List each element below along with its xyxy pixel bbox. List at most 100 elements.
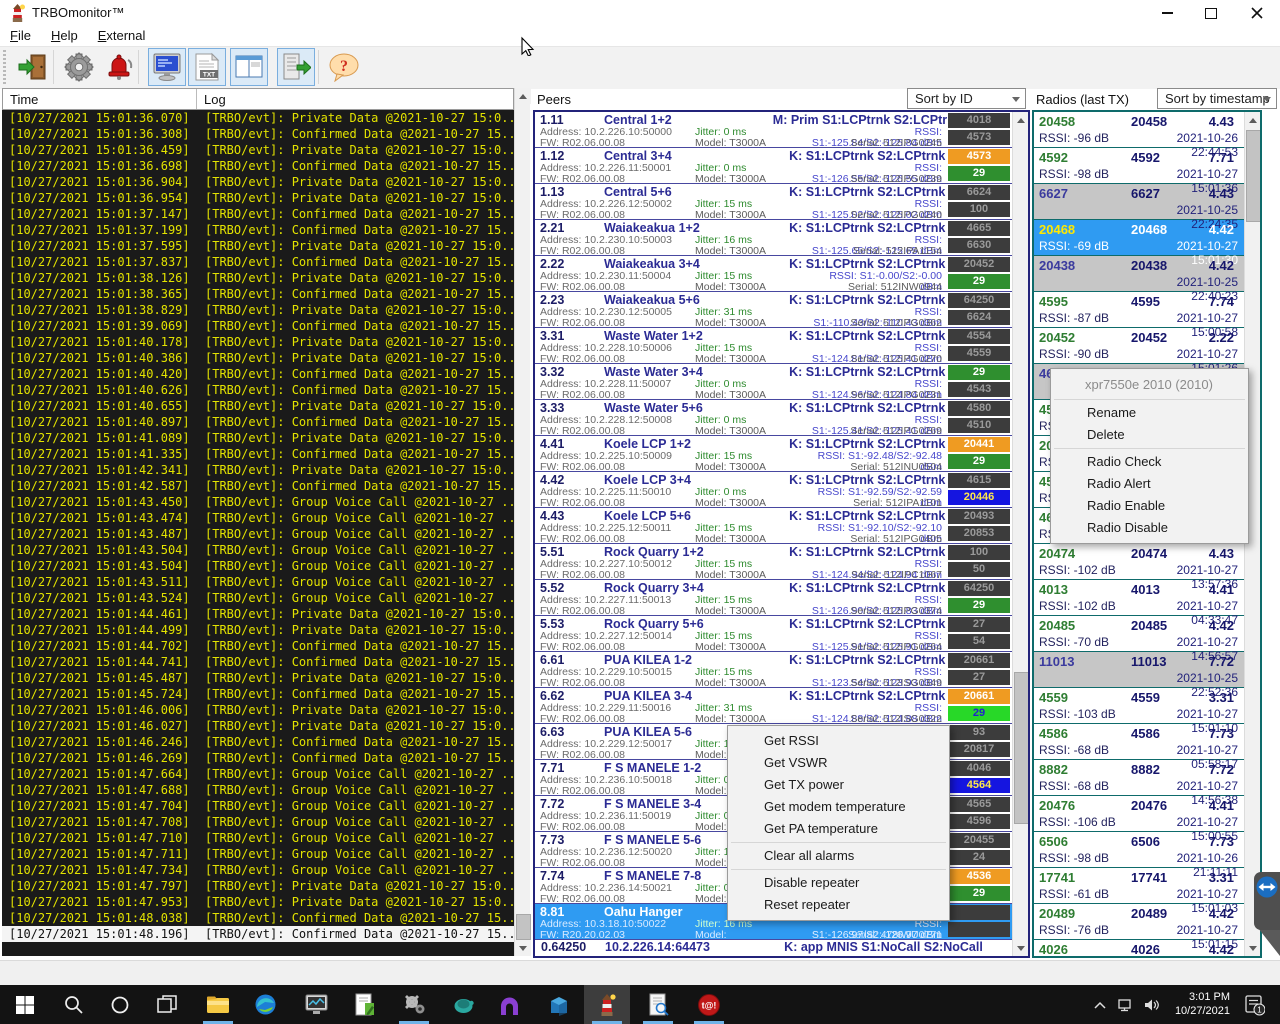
log-row[interactable]: [10/27/2021 15:01:38.365][TRBO/evt]: Con… xyxy=(2,286,514,302)
log-row[interactable]: [10/27/2021 15:01:44.741][TRBO/evt]: Con… xyxy=(2,654,514,670)
txt-log-button[interactable]: TXT xyxy=(188,48,226,86)
radios-scrollbar-thumb[interactable] xyxy=(1246,130,1261,222)
log-row[interactable]: [10/27/2021 15:01:37.147][TRBO/evt]: Con… xyxy=(2,206,514,222)
peer-row-2.21[interactable]: 2.21Waiakeakua 1+2K: S1:LCPtrnk S2:LCPtr… xyxy=(535,220,1012,256)
log-row[interactable]: [10/27/2021 15:01:46.027][TRBO/evt]: Pri… xyxy=(2,718,514,734)
log-row[interactable]: [10/27/2021 15:01:43.504][TRBO/evt]: Gro… xyxy=(2,558,514,574)
log-row[interactable]: [10/27/2021 15:01:43.524][TRBO/evt]: Gro… xyxy=(2,590,514,606)
exit-door-button[interactable] xyxy=(14,48,52,86)
radio-row-20489[interactable]: 20489204894.42RSSI: -76 dB2021-10-27 15:… xyxy=(1034,904,1244,940)
radio-row-11013[interactable]: 11013110137.722021-10-25 22:52:36 xyxy=(1034,652,1244,688)
menu-file[interactable]: File xyxy=(0,26,41,43)
toolbar-grip[interactable] xyxy=(3,50,6,84)
taskbar-comm-app-button[interactable]: t@! xyxy=(686,985,732,1024)
peer-row-2.22[interactable]: 2.22Waiakeakua 3+4K: S1:LCPtrnk S2:LCPtr… xyxy=(535,256,1012,292)
radio-row-20458[interactable]: 20458204584.43RSSI: -96 dB2021-10-26 22:… xyxy=(1034,112,1244,148)
peer-row-5.52[interactable]: 5.52Rock Quarry 3+4K: S1:LCPtrnk S2:LCPt… xyxy=(535,580,1012,616)
taskbar-notepad-app-button[interactable] xyxy=(341,985,387,1024)
radio-menu-item-radio-disable[interactable]: Radio Disable xyxy=(1051,517,1248,539)
taskbar-teal-app-button[interactable] xyxy=(440,985,486,1024)
log-row[interactable]: [10/27/2021 15:01:39.069][TRBO/evt]: Con… xyxy=(2,318,514,334)
log-row[interactable]: [10/27/2021 15:01:48.038][TRBO/evt]: Con… xyxy=(2,910,514,926)
log-row[interactable]: [10/27/2021 15:01:45.724][TRBO/evt]: Con… xyxy=(2,686,514,702)
peer-row-3.31[interactable]: 3.31Waste Water 1+2K: S1:LCPtrnk S2:LCPt… xyxy=(535,328,1012,364)
log-row[interactable]: [10/27/2021 15:01:47.711][TRBO/evt]: Gro… xyxy=(2,846,514,862)
log-row[interactable]: [10/27/2021 15:01:44.461][TRBO/evt]: Pri… xyxy=(2,606,514,622)
export-list-button[interactable] xyxy=(277,48,315,86)
log-row[interactable]: [10/27/2021 15:01:36.904][TRBO/evt]: Pri… xyxy=(2,174,514,190)
peers-scrollbar[interactable] xyxy=(1012,112,1028,956)
split-view-button[interactable] xyxy=(230,48,268,86)
radio-row-20452[interactable]: 20452204522.22RSSI: -90 dB2021-10-27 15:… xyxy=(1034,328,1244,364)
log-row[interactable]: [10/27/2021 15:01:47.953][TRBO/evt]: Pri… xyxy=(2,894,514,910)
menu-external[interactable]: External xyxy=(88,26,156,43)
log-row[interactable]: [10/27/2021 15:01:36.459][TRBO/evt]: Pri… xyxy=(2,142,514,158)
log-row[interactable]: [10/27/2021 15:01:36.308][TRBO/evt]: Con… xyxy=(2,126,514,142)
peer-row-1.13[interactable]: 1.13Central 5+6K: S1:LCPtrnk S2:LCPtrnk … xyxy=(535,184,1012,220)
alarm-bell-button[interactable] xyxy=(100,48,138,86)
peer-row-6.61[interactable]: 6.61PUA KILEA 1-2K: S1:LCPtrnk S2:LCPtrn… xyxy=(535,652,1012,688)
peers-scrollbar-thumb[interactable] xyxy=(1014,672,1029,824)
log-row[interactable]: [10/27/2021 15:01:47.710][TRBO/evt]: Gro… xyxy=(2,830,514,846)
log-row[interactable]: [10/27/2021 15:01:40.897][TRBO/evt]: Con… xyxy=(2,414,514,430)
log-row[interactable]: [10/27/2021 15:01:41.335][TRBO/evt]: Con… xyxy=(2,446,514,462)
log-row[interactable]: [10/27/2021 15:01:42.341][TRBO/evt]: Pri… xyxy=(2,462,514,478)
log-row[interactable]: [10/27/2021 15:01:40.626][TRBO/evt]: Con… xyxy=(2,382,514,398)
scroll-down-icon[interactable] xyxy=(515,940,531,956)
radio-row-20438[interactable]: 20438204384.422021-10-25 22:40:23 xyxy=(1034,256,1244,292)
radio-row-8882[interactable]: 888288827.72RSSI: -68 dB2021-10-27 14:56… xyxy=(1034,760,1244,796)
taskbar-trbomonitor-button[interactable] xyxy=(584,985,630,1024)
radio-row-4586[interactable]: 458645867.73RSSI: -68 dB2021-10-27 05:58… xyxy=(1034,724,1244,760)
log-row[interactable]: [10/27/2021 15:01:45.487][TRBO/evt]: Pri… xyxy=(2,670,514,686)
peer-menu-item-get-tx-power[interactable]: Get TX power xyxy=(728,774,949,796)
taskbar-monitor-app-button[interactable] xyxy=(293,985,339,1024)
radio-menu-item-rename[interactable]: Rename xyxy=(1051,402,1248,424)
log-row[interactable]: [10/27/2021 15:01:38.829][TRBO/evt]: Pri… xyxy=(2,302,514,318)
taskbar-doc-viewer-button[interactable] xyxy=(635,985,681,1024)
radio-row-6627[interactable]: 662766274.432021-10-25 22:24:35 xyxy=(1034,184,1244,220)
menu-help[interactable]: Help xyxy=(41,26,88,43)
peer-menu-item-get-vswr[interactable]: Get VSWR xyxy=(728,752,949,774)
log-row[interactable]: [10/27/2021 15:01:47.734][TRBO/evt]: Gro… xyxy=(2,862,514,878)
log-row[interactable]: [10/27/2021 15:01:43.450][TRBO/evt]: Gro… xyxy=(2,494,514,510)
log-row[interactable]: [10/27/2021 15:01:46.006][TRBO/evt]: Pri… xyxy=(2,702,514,718)
peer-menu-item-get-pa-temperature[interactable]: Get PA temperature xyxy=(728,818,949,840)
radio-menu-item-radio-enable[interactable]: Radio Enable xyxy=(1051,495,1248,517)
log-row[interactable]: [10/27/2021 15:01:38.126][TRBO/evt]: Pri… xyxy=(2,270,514,286)
log-row[interactable]: [10/27/2021 15:01:36.070][TRBO/evt]: Pri… xyxy=(2,110,514,126)
radio-row-20468[interactable]: 20468204684.42RSSI: -69 dB2021-10-27 15:… xyxy=(1034,220,1244,256)
peer-row-1.11[interactable]: 1.11Central 1+2M: Prim S1:LCPtrnk S2:LCP… xyxy=(535,112,1012,148)
taskbar-cortana-button[interactable] xyxy=(97,985,143,1024)
peer-menu-item-reset-repeater[interactable]: Reset repeater xyxy=(728,894,949,916)
radio-menu-item-radio-alert[interactable]: Radio Alert xyxy=(1051,473,1248,495)
log-row[interactable]: [10/27/2021 15:01:47.664][TRBO/evt]: Gro… xyxy=(2,766,514,782)
peer-row-3.33[interactable]: 3.33Waste Water 5+6K: S1:LCPtrnk S2:LCPt… xyxy=(535,400,1012,436)
log-row[interactable]: [10/27/2021 15:01:36.954][TRBO/evt]: Pri… xyxy=(2,190,514,206)
peer-row-1.12[interactable]: 1.12Central 3+4K: S1:LCPtrnk S2:LCPtrnk … xyxy=(535,148,1012,184)
log-row[interactable]: [10/27/2021 15:01:47.797][TRBO/evt]: Pri… xyxy=(2,878,514,894)
peer-row-3.32[interactable]: 3.32Waste Water 3+4K: S1:LCPtrnk S2:LCPt… xyxy=(535,364,1012,400)
log-row[interactable]: [10/27/2021 15:01:41.089][TRBO/evt]: Pri… xyxy=(2,430,514,446)
log-row[interactable]: [10/27/2021 15:01:40.655][TRBO/evt]: Pri… xyxy=(2,398,514,414)
peer-menu-item-get-modem-temperature[interactable]: Get modem temperature xyxy=(728,796,949,818)
log-row[interactable]: [10/27/2021 15:01:43.487][TRBO/evt]: Gro… xyxy=(2,526,514,542)
taskbar-gears-app-button[interactable] xyxy=(391,985,437,1024)
radios-sort-dropdown[interactable]: Sort by timestamp xyxy=(1157,88,1277,109)
radio-row-4595[interactable]: 459545957.74RSSI: -87 dB2021-10-27 15:00… xyxy=(1034,292,1244,328)
peer-menu-item-disable-repeater[interactable]: Disable repeater xyxy=(728,872,949,894)
peer-row-4.42[interactable]: 4.42Koele LCP 3+4K: S1:LCPtrnk S2:LCPtrn… xyxy=(535,472,1012,508)
radio-row-4592[interactable]: 459245927.71RSSI: -98 dB2021-10-27 15:01… xyxy=(1034,148,1244,184)
radio-row-20474[interactable]: 20474204744.43RSSI: -102 dB2021-10-27 13… xyxy=(1034,544,1244,580)
log-row[interactable]: [10/27/2021 15:01:46.269][TRBO/evt]: Con… xyxy=(2,750,514,766)
tray-notification-icon[interactable]: 1 xyxy=(1242,993,1266,1017)
log-row[interactable]: [10/27/2021 15:01:43.474][TRBO/evt]: Gro… xyxy=(2,510,514,526)
log-scrollbar-thumb[interactable] xyxy=(516,914,531,940)
peer-row-2.23[interactable]: 2.23Waiakeakua 5+6K: S1:LCPtrnk S2:LCPtr… xyxy=(535,292,1012,328)
log-row[interactable]: [10/27/2021 15:01:47.708][TRBO/evt]: Gro… xyxy=(2,814,514,830)
log-row[interactable]: [10/27/2021 15:01:47.704][TRBO/evt]: Gro… xyxy=(2,798,514,814)
scroll-down-icon[interactable] xyxy=(1013,940,1029,956)
peers-footer-row[interactable]: 0.64250 10.2.226.14:64473 K: app MNIS S1… xyxy=(535,940,1012,956)
minimize-button[interactable] xyxy=(1150,3,1184,23)
settings-gear-button[interactable] xyxy=(60,48,98,86)
peer-menu-item-get-rssi[interactable]: Get RSSI xyxy=(728,730,949,752)
